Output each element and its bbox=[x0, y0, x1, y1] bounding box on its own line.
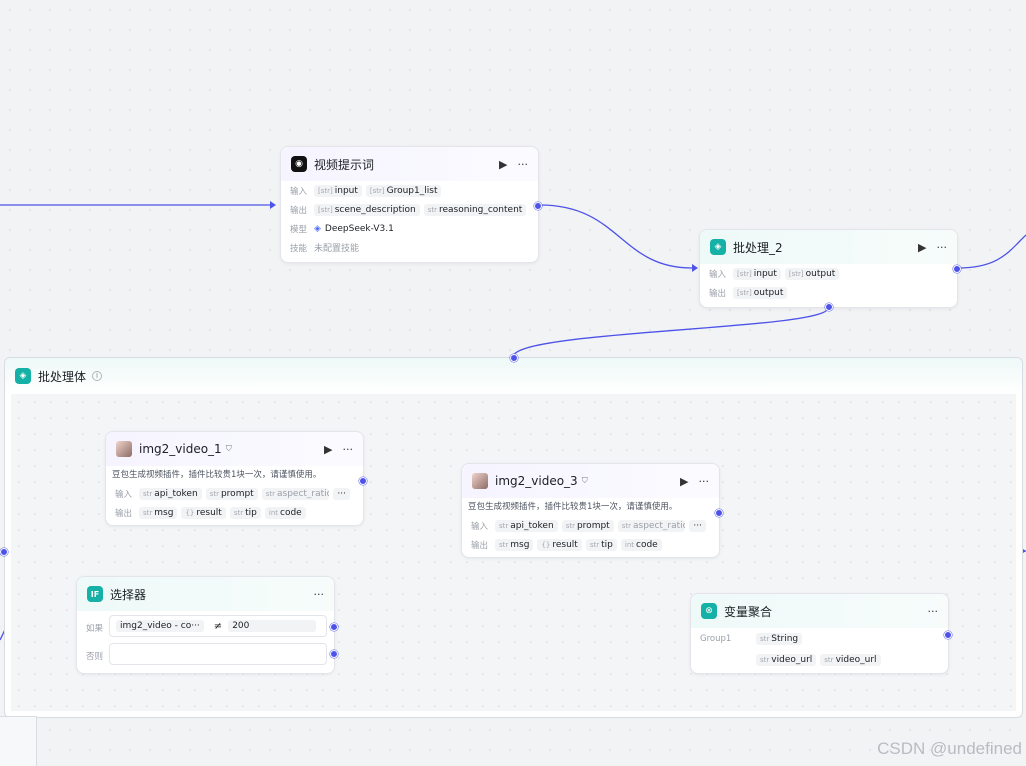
info-icon[interactable]: i bbox=[92, 371, 103, 381]
input-param: [str] Group1_list bbox=[365, 184, 442, 197]
plugin-avatar-icon bbox=[472, 473, 488, 489]
output-param: str msg bbox=[139, 506, 178, 519]
edge-video-prompt-to-batch2 bbox=[539, 204, 693, 269]
node-video-prompt[interactable]: ◉ 视频提示词 ▶ ··· 输入 [str] input [str] Group1_… bbox=[280, 146, 542, 263]
output-port[interactable] bbox=[715, 509, 723, 517]
layers-icon: ◈ bbox=[710, 239, 726, 255]
output-port[interactable] bbox=[359, 477, 367, 485]
node-title: img2_video_1 bbox=[139, 442, 222, 456]
plugin-badge-icon: ⛉ bbox=[581, 476, 588, 485]
play-icon[interactable]: ▶ bbox=[680, 475, 688, 488]
more-icon[interactable]: ··· bbox=[937, 241, 948, 254]
output-param: str tip bbox=[229, 506, 261, 519]
variable-param: str video_url bbox=[756, 653, 817, 666]
condition-box[interactable]: img2_video - co··· ≠ 200 bbox=[109, 615, 327, 637]
layers-icon: ◈ bbox=[15, 368, 31, 384]
if-label: 如果 bbox=[86, 624, 104, 634]
output-port[interactable] bbox=[953, 265, 961, 273]
output-param: {} result bbox=[537, 538, 582, 551]
node-title: 选择器 bbox=[110, 587, 147, 602]
more-params-button[interactable]: ··· bbox=[689, 519, 706, 532]
condition-right: 200 bbox=[228, 620, 316, 632]
output-param: int code bbox=[264, 506, 306, 519]
aggregate-icon: ⊗ bbox=[701, 603, 717, 619]
input-param: str aspect_ratio bbox=[617, 519, 686, 532]
variable-param: str video_url bbox=[820, 653, 881, 666]
output-param: str reasoning_content bbox=[423, 203, 527, 216]
else-box[interactable] bbox=[109, 643, 327, 665]
condition-operator[interactable]: ≠ bbox=[214, 621, 222, 632]
plugin-avatar-icon bbox=[116, 441, 132, 457]
play-icon[interactable]: ▶ bbox=[918, 241, 926, 254]
output-row: 输出 str msg {} result str tip int code bbox=[106, 503, 363, 522]
node-batch2[interactable]: ◈ 批处理_2 ▶ ··· 输入 [str] input [str] output … bbox=[699, 229, 961, 311]
input-param: str api_token bbox=[139, 487, 202, 500]
deepseek-icon: ◈ bbox=[314, 223, 321, 234]
node-img2-video-1[interactable]: img2_video_1 ⛉ ▶ ··· 豆包生成视频插件，插件比较贵1块一次，… bbox=[105, 431, 367, 526]
input-row: 输入 str api_token str prompt str aspect_rati… bbox=[462, 516, 719, 535]
output-param: [str] output bbox=[733, 286, 788, 299]
output-param: str msg bbox=[495, 538, 534, 551]
plugin-badge-icon: ⛉ bbox=[225, 444, 232, 453]
container-top-port[interactable] bbox=[510, 354, 518, 362]
node-title: 变量聚合 bbox=[724, 604, 773, 619]
more-icon[interactable]: ··· bbox=[928, 605, 939, 618]
input-param: [str] input bbox=[733, 267, 781, 280]
node-title: 视频提示词 bbox=[314, 157, 375, 172]
play-icon[interactable]: ▶ bbox=[324, 443, 332, 456]
node-description: 豆包生成视频插件，插件比较贵1块一次，请谨慎使用。 bbox=[112, 470, 322, 480]
skill-value: 未配置技能 bbox=[314, 244, 360, 254]
input-param: str aspect_ratio bbox=[261, 487, 330, 500]
play-icon[interactable]: ▶ bbox=[499, 158, 507, 171]
input-param: [str] input bbox=[314, 184, 362, 197]
model-row: 模型 ◈ DeepSeek-V3.1 bbox=[290, 223, 394, 235]
group-row: str video_url str video_url bbox=[691, 649, 948, 670]
more-icon[interactable]: ··· bbox=[314, 588, 325, 601]
output-param: [str] scene_description bbox=[314, 203, 420, 216]
watermark: CSDN @undefined bbox=[877, 739, 1022, 758]
more-icon[interactable]: ··· bbox=[518, 158, 529, 171]
container-left-port[interactable] bbox=[0, 548, 8, 556]
output-param: int code bbox=[620, 538, 662, 551]
input-param: str prompt bbox=[205, 487, 258, 500]
skill-row: 技能 未配置技能 bbox=[281, 238, 538, 257]
output-row: 输出 [str] scene_description str reasoning_c… bbox=[281, 200, 538, 219]
more-params-button[interactable]: ··· bbox=[333, 487, 350, 500]
if-icon: IF bbox=[87, 586, 103, 602]
input-row: 输入 [str] input [str] output bbox=[700, 264, 957, 283]
model-name: DeepSeek-V3.1 bbox=[324, 223, 394, 234]
output-port[interactable] bbox=[534, 202, 542, 210]
edge-batch2-to-body bbox=[512, 307, 829, 358]
body-port[interactable] bbox=[825, 303, 833, 311]
node-title: 批处理_2 bbox=[733, 240, 783, 255]
variable-param: str String bbox=[756, 632, 803, 645]
if-output-port[interactable] bbox=[330, 623, 338, 631]
more-icon[interactable]: ··· bbox=[699, 475, 710, 488]
node-img2-video-3[interactable]: img2_video_3 ⛉ ▶ ··· 豆包生成视频插件，插件比较贵1块一次，… bbox=[461, 463, 723, 558]
node-description: 豆包生成视频插件，插件比较贵1块一次，请谨慎使用。 bbox=[468, 502, 678, 512]
else-output-port[interactable] bbox=[330, 650, 338, 658]
node-title: img2_video_3 bbox=[495, 474, 578, 488]
output-port[interactable] bbox=[944, 631, 952, 639]
else-label: 否则 bbox=[86, 652, 104, 662]
more-icon[interactable]: ··· bbox=[343, 443, 354, 456]
input-row: 输入 [str] input [str] Group1_list bbox=[281, 181, 538, 200]
group-row: Group1 str String bbox=[691, 628, 948, 649]
input-param: str prompt bbox=[561, 519, 614, 532]
container-title: 批处理体 bbox=[38, 369, 87, 384]
output-row: 输出 [str] output bbox=[700, 283, 957, 302]
input-param: [str] output bbox=[784, 267, 840, 280]
input-row: 输入 str api_token str prompt str aspect_rati… bbox=[106, 484, 363, 503]
node-var-aggregate[interactable]: ⊗ 变量聚合 ··· Group1 str String str video_url… bbox=[690, 593, 952, 674]
edge-batch2-out bbox=[957, 234, 1026, 269]
output-param: str tip bbox=[585, 538, 617, 551]
input-param: str api_token bbox=[495, 519, 558, 532]
node-selector[interactable]: IF 选择器 ··· 如果 img2_video - co··· ≠ 200 否… bbox=[76, 576, 338, 674]
condition-left: img2_video - co··· bbox=[116, 620, 204, 632]
output-row: 输出 str msg {} result str tip int code bbox=[462, 535, 719, 554]
output-param: {} result bbox=[181, 506, 226, 519]
llm-icon: ◉ bbox=[291, 156, 307, 172]
left-node-fragment bbox=[0, 716, 37, 766]
